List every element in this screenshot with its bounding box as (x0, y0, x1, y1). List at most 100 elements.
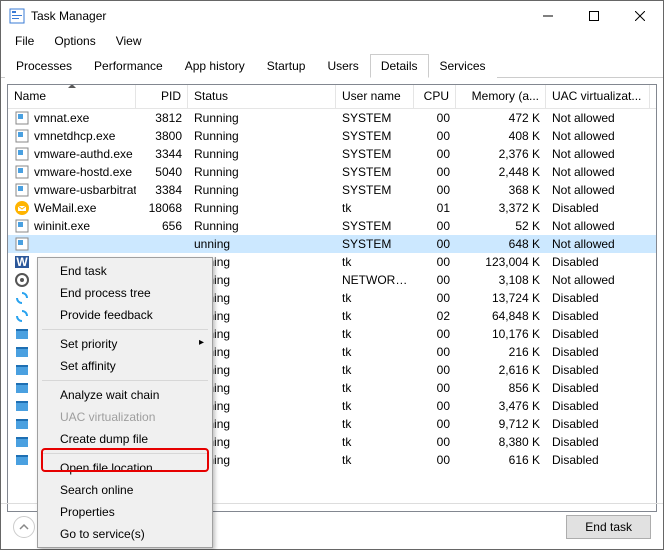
ctx-properties[interactable]: Properties (40, 501, 210, 523)
ctx-separator (42, 329, 208, 330)
table-row[interactable]: unningSYSTEM00648 KNot allowed (8, 235, 656, 253)
cell-pid (136, 243, 188, 245)
ctx-search-online[interactable]: Search online (40, 479, 210, 501)
cell-user: tk (336, 290, 414, 306)
cell-uac: Disabled (546, 326, 650, 342)
cell-uac: Not allowed (546, 110, 650, 126)
window-app-icon (14, 344, 30, 360)
cell-name: vmnetdhcp.exe (8, 127, 136, 145)
cell-uac: Not allowed (546, 164, 650, 180)
cell-user: tk (336, 254, 414, 270)
cell-name (8, 235, 136, 253)
tab-performance[interactable]: Performance (83, 54, 174, 78)
svg-text:W: W (16, 255, 28, 269)
col-user[interactable]: User name (336, 85, 414, 108)
col-uac[interactable]: UAC virtualizat... (546, 85, 650, 108)
ctx-analyze-wait-chain[interactable]: Analyze wait chain (40, 384, 210, 406)
table-row[interactable]: vmnat.exe3812RunningSYSTEM00472 KNot all… (8, 109, 656, 127)
col-pid[interactable]: PID (136, 85, 188, 108)
cell-name: WeMail.exe (8, 199, 136, 217)
window-app-icon (14, 452, 30, 468)
cell-status: Running (188, 200, 336, 216)
col-cpu[interactable]: CPU (414, 85, 456, 108)
cell-cpu: 00 (414, 272, 456, 288)
minimize-button[interactable] (525, 1, 571, 31)
cell-user: tk (336, 326, 414, 342)
cell-cpu: 02 (414, 308, 456, 324)
window-app-icon (14, 362, 30, 378)
tab-users[interactable]: Users (316, 54, 369, 78)
cell-cpu: 00 (414, 182, 456, 198)
cell-mem: 2,376 K (456, 146, 546, 162)
cell-user: tk (336, 434, 414, 450)
col-status[interactable]: Status (188, 85, 336, 108)
cell-uac: Disabled (546, 452, 650, 468)
cell-pid: 3344 (136, 146, 188, 162)
table-row[interactable]: WeMail.exe18068Runningtk013,372 KDisable… (8, 199, 656, 217)
table-row[interactable]: wininit.exe656RunningSYSTEM0052 KNot all… (8, 217, 656, 235)
generic-executable-icon (14, 128, 30, 144)
menu-view[interactable]: View (106, 32, 152, 50)
cell-cpu: 00 (414, 398, 456, 414)
cell-status: Running (188, 128, 336, 144)
end-task-button[interactable]: End task (566, 515, 651, 539)
tab-details[interactable]: Details (370, 54, 429, 78)
cell-mem: 616 K (456, 452, 546, 468)
generic-executable-icon (14, 182, 30, 198)
cell-uac: Not allowed (546, 272, 650, 288)
cell-mem: 64,848 K (456, 308, 546, 324)
cell-user: tk (336, 344, 414, 360)
tab-app-history[interactable]: App history (174, 54, 256, 78)
menu-file[interactable]: File (5, 32, 44, 50)
ctx-provide-feedback[interactable]: Provide feedback (40, 304, 210, 326)
ctx-open-file-location[interactable]: Open file location (40, 457, 210, 479)
cell-user: SYSTEM (336, 110, 414, 126)
tab-startup[interactable]: Startup (256, 54, 317, 78)
cell-mem: 368 K (456, 182, 546, 198)
maximize-button[interactable] (571, 1, 617, 31)
menubar: File Options View (1, 31, 663, 51)
cell-mem: 2,448 K (456, 164, 546, 180)
cell-uac: Disabled (546, 434, 650, 450)
cell-uac: Disabled (546, 344, 650, 360)
ctx-end-process-tree[interactable]: End process tree (40, 282, 210, 304)
cell-user: SYSTEM (336, 146, 414, 162)
cell-mem: 216 K (456, 344, 546, 360)
ctx-set-affinity[interactable]: Set affinity (40, 355, 210, 377)
tab-processes[interactable]: Processes (5, 54, 83, 78)
table-row[interactable]: vmware-hostd.exe5040RunningSYSTEM002,448… (8, 163, 656, 181)
table-row[interactable]: vmnetdhcp.exe3800RunningSYSTEM00408 KNot… (8, 127, 656, 145)
cell-pid: 5040 (136, 164, 188, 180)
close-button[interactable] (617, 1, 663, 31)
table-row[interactable]: vmware-authd.exe3344RunningSYSTEM002,376… (8, 145, 656, 163)
ctx-end-task[interactable]: End task (40, 260, 210, 282)
cell-mem: 408 K (456, 128, 546, 144)
ctx-separator (42, 453, 208, 454)
grid-header[interactable]: Name PID Status User name CPU Memory (a.… (8, 85, 656, 109)
cell-cpu: 00 (414, 434, 456, 450)
cell-name: vmware-usbarbitrat... (8, 181, 136, 199)
cell-name: vmnat.exe (8, 109, 136, 127)
winword-icon: W (14, 254, 30, 270)
window-app-icon (14, 326, 30, 342)
col-name[interactable]: Name (8, 85, 136, 108)
cell-mem: 8,380 K (456, 434, 546, 450)
fewer-details-button[interactable] (13, 516, 35, 538)
wemail-app-icon (14, 200, 30, 216)
ctx-go-to-services[interactable]: Go to service(s) (40, 523, 210, 545)
context-menu: End task End process tree Provide feedba… (37, 257, 213, 548)
table-row[interactable]: vmware-usbarbitrat...3384RunningSYSTEM00… (8, 181, 656, 199)
col-mem[interactable]: Memory (a... (456, 85, 546, 108)
menu-options[interactable]: Options (44, 32, 105, 50)
tab-services[interactable]: Services (429, 54, 497, 78)
cell-uac: Disabled (546, 308, 650, 324)
cell-uac: Disabled (546, 362, 650, 378)
ctx-create-dump-file[interactable]: Create dump file (40, 428, 210, 450)
cell-cpu: 01 (414, 200, 456, 216)
titlebar: Task Manager (1, 1, 663, 31)
process-name-label: vmware-usbarbitrat... (34, 183, 136, 197)
cell-user: tk (336, 362, 414, 378)
ctx-set-priority[interactable]: Set priority (40, 333, 210, 355)
cell-cpu: 00 (414, 110, 456, 126)
cell-user: NETWORK... (336, 272, 414, 288)
